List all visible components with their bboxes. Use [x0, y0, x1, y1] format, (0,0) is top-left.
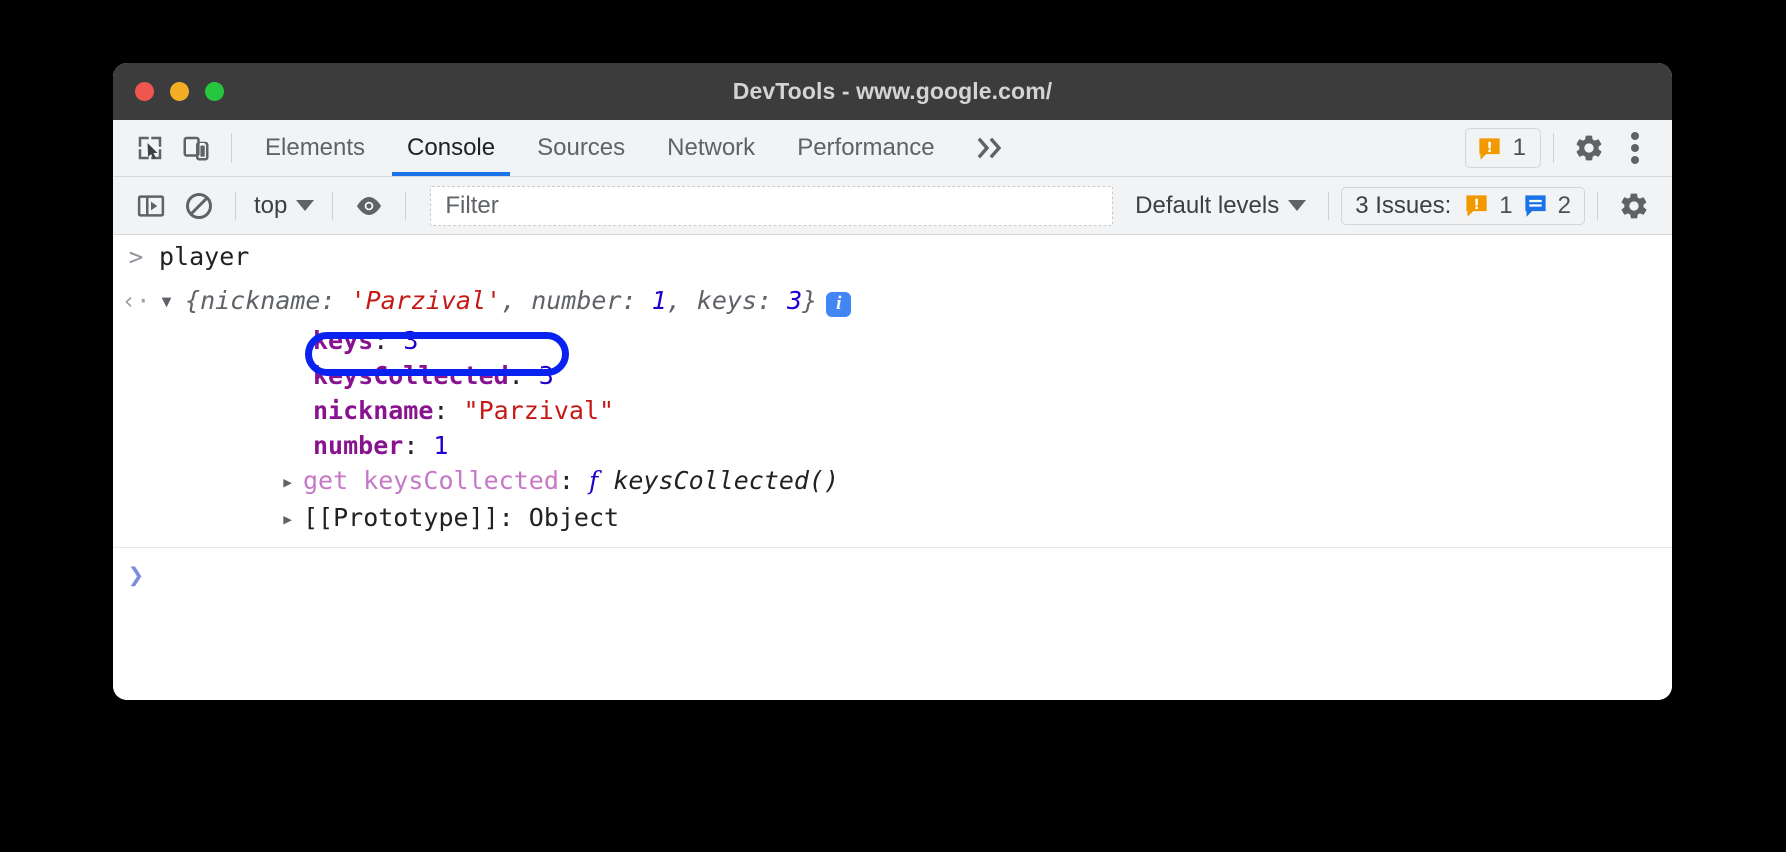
getter-space — [598, 463, 613, 498]
prototype-value: Object — [529, 500, 619, 535]
clear-console-icon[interactable] — [175, 184, 223, 228]
property-row-keysCollected[interactable]: keysCollected : 3 — [113, 358, 1672, 393]
issues-info-count: 2 — [1558, 192, 1571, 220]
property-key: keysCollected — [313, 358, 509, 393]
preview-part-5: 3 — [787, 283, 802, 319]
prototype-key: [[Prototype]] — [303, 500, 499, 535]
issues-badge[interactable]: 3 Issues: 1 2 — [1341, 187, 1585, 225]
maximize-window-button[interactable] — [205, 82, 224, 101]
property-colon: : — [403, 428, 433, 463]
console-toolbar-divider-1 — [235, 192, 236, 220]
tab-performance[interactable]: Performance — [776, 120, 955, 176]
warning-count-label: 1 — [1513, 134, 1526, 162]
tabbar-right-divider — [1553, 133, 1554, 163]
console-input-text: player — [159, 239, 249, 275]
tabbar-divider — [231, 133, 232, 163]
console-prompt-row[interactable]: ❯ — [113, 548, 1672, 598]
property-row-prototype[interactable]: ▸ [[Prototype]] : Object — [113, 500, 1672, 537]
preview-close-brace: } — [802, 283, 817, 319]
chevron-down-icon — [1288, 200, 1306, 211]
execution-context-selector[interactable]: top — [248, 192, 320, 220]
tab-console[interactable]: Console — [386, 120, 516, 176]
devtools-window: DevTools - www.google.com/ — [113, 63, 1672, 700]
preview-part-4: , keys: — [667, 283, 787, 319]
three-dot-menu-icon[interactable] — [1612, 125, 1658, 171]
property-key: nickname — [313, 393, 433, 428]
preview-open-brace: { — [185, 283, 200, 319]
property-key: keys — [313, 323, 373, 358]
live-expression-eye-icon[interactable] — [345, 184, 393, 228]
function-marker: f — [589, 463, 598, 498]
property-colon: : — [559, 463, 589, 498]
console-toolbar-divider-2 — [332, 192, 333, 220]
tab-network[interactable]: Network — [646, 120, 776, 176]
console-output-area[interactable]: > player ‹· ▾ { nickname: 'Parzival' , n… — [113, 235, 1672, 700]
log-levels-label: Default levels — [1135, 192, 1279, 220]
issues-warning-count: 1 — [1499, 192, 1512, 220]
property-row-number[interactable]: number : 1 — [113, 428, 1672, 463]
window-title: DevTools - www.google.com/ — [113, 78, 1672, 105]
console-input-message: > player — [113, 235, 1672, 279]
property-value: 3 — [539, 358, 554, 393]
input-prompt-icon: > — [113, 239, 159, 275]
property-row-nickname[interactable]: nickname : "Parzival" — [113, 393, 1672, 428]
warning-count-badge[interactable]: 1 — [1465, 128, 1541, 168]
more-tabs-chevron-icon[interactable] — [956, 135, 1030, 161]
panel-tabs: Elements Console Sources Network Perform… — [244, 120, 956, 176]
prompt-chevron-icon: ❯ — [113, 554, 159, 598]
property-colon: : — [509, 358, 539, 393]
close-window-button[interactable] — [135, 82, 154, 101]
property-value: 3 — [403, 323, 418, 358]
console-toolbar: top Filter Default levels 3 Issues: — [113, 177, 1672, 235]
filter-input[interactable]: Filter — [430, 186, 1113, 226]
tabbar-right-group: 1 — [1465, 125, 1672, 171]
execution-context-label: top — [254, 192, 287, 220]
gear-icon[interactable] — [1610, 184, 1658, 228]
tab-sources[interactable]: Sources — [516, 120, 646, 176]
property-colon: : — [433, 393, 463, 428]
property-row-keys[interactable]: keys : 3 — [113, 323, 1672, 358]
log-levels-selector[interactable]: Default levels — [1125, 192, 1316, 220]
property-value: "Parzival" — [464, 393, 615, 428]
tab-elements[interactable]: Elements — [244, 120, 386, 176]
getter-key: get keysCollected — [303, 463, 559, 498]
devtools-tabbar: Elements Console Sources Network Perform… — [113, 120, 1672, 177]
console-toolbar-divider-4 — [1328, 192, 1329, 220]
chevron-down-icon — [296, 200, 314, 211]
console-result-message: ‹· ▾ { nickname: 'Parzival' , number: 1 … — [113, 279, 1672, 323]
screenshot-stage: DevTools - www.google.com/ — [0, 0, 1786, 852]
getter-function-name: keysCollected() — [613, 463, 839, 498]
object-property-list: keys : 3 keysCollected : 3 nickname : "P… — [113, 323, 1672, 537]
output-prompt-icon: ‹· — [113, 283, 159, 319]
property-key: number — [313, 428, 403, 463]
gear-icon[interactable] — [1566, 125, 1612, 171]
preview-part-0: nickname: — [200, 283, 351, 319]
object-disclosure-triangle[interactable]: ▾ — [159, 283, 185, 319]
warning-icon — [1463, 192, 1490, 219]
window-titlebar: DevTools - www.google.com/ — [113, 63, 1672, 120]
expand-arrow-icon[interactable]: ▸ — [281, 465, 303, 500]
preview-part-2: , number: — [501, 283, 652, 319]
issues-label: 3 Issues: — [1355, 192, 1451, 220]
preview-part-3: 1 — [652, 283, 667, 319]
traffic-light-group — [135, 82, 224, 101]
warning-icon — [1476, 135, 1503, 162]
inspect-element-icon[interactable] — [127, 125, 173, 171]
property-colon: : — [373, 323, 403, 358]
object-info-icon[interactable]: i — [826, 292, 851, 317]
property-colon: : — [499, 500, 529, 535]
property-row-getter[interactable]: ▸ get keysCollected : f keysCollected() — [113, 463, 1672, 500]
expand-arrow-icon[interactable]: ▸ — [281, 502, 303, 537]
console-toolbar-divider-5 — [1597, 192, 1598, 220]
property-value: 1 — [433, 428, 448, 463]
preview-part-1: 'Parzival' — [351, 283, 502, 319]
console-toolbar-divider-3 — [405, 192, 406, 220]
console-sidebar-icon[interactable] — [127, 184, 175, 228]
device-toolbar-icon[interactable] — [173, 125, 219, 171]
minimize-window-button[interactable] — [170, 82, 189, 101]
info-message-icon — [1522, 192, 1549, 219]
